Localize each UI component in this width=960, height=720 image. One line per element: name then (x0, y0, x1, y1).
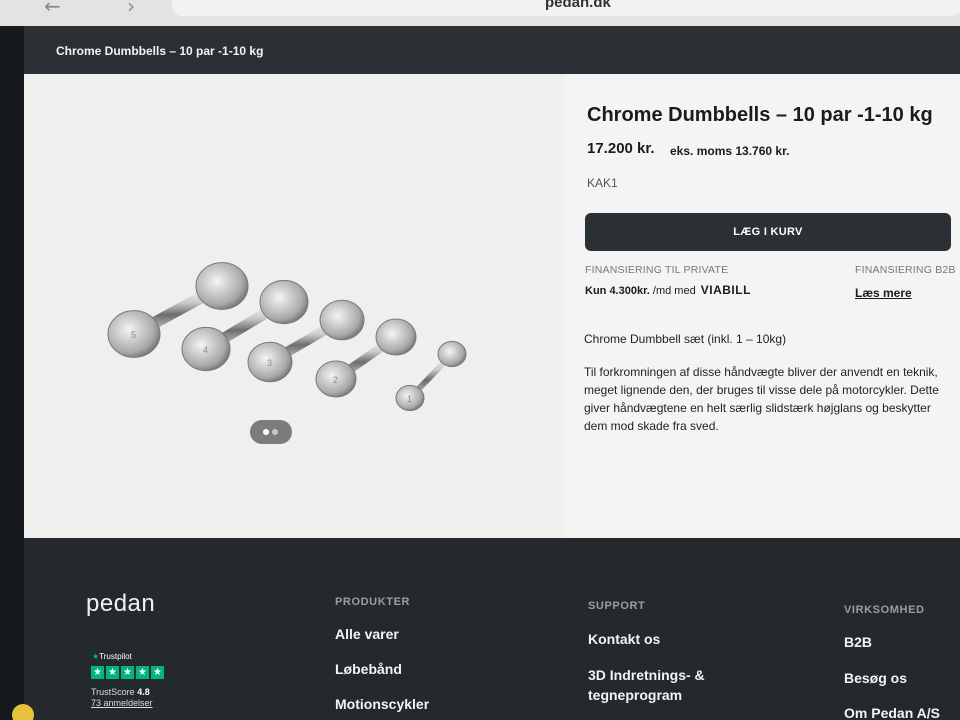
trustpilot-stars: ★ ★ ★ ★ ★ (91, 666, 164, 679)
star-icon: ★ (121, 666, 134, 679)
breadcrumb: Chrome Dumbbells – 10 par -1-10 kg (56, 44, 264, 58)
browser-toolbar: ← › ↻ pedan.dk (0, 0, 960, 26)
footer-link-treadmills[interactable]: Løbebånd (335, 659, 402, 679)
weight-label: 1 (407, 394, 412, 404)
screen-bezel (0, 26, 24, 720)
trustpilot-brand[interactable]: ★Trustpilot (92, 652, 132, 661)
footer-link-b2b[interactable]: B2B (844, 632, 872, 652)
dumbbells-image: 5 4 3 2 1 (107, 262, 467, 412)
financing-b2b-label: FINANSIERING B2B (855, 264, 956, 276)
financing-monthly: Kun 4.300kr. /md med VIABILL (585, 283, 751, 297)
financing-suffix: /md med (652, 285, 696, 297)
footer-heading-products: PRODUKTER (335, 596, 411, 608)
footer-link-all-products[interactable]: Alle varer (335, 624, 399, 644)
description-intro: Chrome Dumbbell sæt (inkl. 1 – 10kg) (584, 332, 787, 346)
footer-link-exercise-bikes[interactable]: Motionscykler (335, 694, 429, 714)
product-price: 17.200 kr. (587, 140, 655, 157)
trustpilot-reviews-link[interactable]: 73 anmeldelser (91, 698, 153, 708)
financing-amount: Kun 4.300kr. (585, 285, 650, 297)
gallery-dot-1[interactable] (263, 429, 269, 435)
weight-label: 3 (267, 358, 272, 368)
address-bar-text[interactable]: pedan.dk (545, 0, 611, 11)
star-icon: ★ (136, 666, 149, 679)
footer-heading-support: SUPPORT (588, 600, 646, 612)
footer-link-about[interactable]: Om Pedan A/S (844, 703, 940, 720)
read-more-link[interactable]: Læs mere (855, 286, 912, 300)
weight-label: 5 (131, 330, 136, 340)
financing-private-label: FINANSIERING TIL PRIVATE (585, 264, 729, 276)
pedan-logo[interactable]: pedan (86, 590, 155, 618)
trustscore: TrustScore 4.8 (91, 687, 150, 697)
gallery-dot-2[interactable] (272, 429, 278, 435)
product-section: 5 4 3 2 1 Chrome Dumbbells – 10 par -1-10 kg… (24, 74, 960, 538)
weight-label: 4 (203, 345, 208, 355)
cookie-icon[interactable] (12, 704, 34, 720)
star-icon: ★ (91, 666, 104, 679)
trustpilot-brand-text: Trustpilot (99, 652, 132, 661)
description-body: Til forkromningen af disse håndvægte bli… (584, 365, 939, 433)
weight-label: 2 (333, 375, 338, 385)
product-title: Chrome Dumbbells – 10 par -1-10 kg (587, 104, 933, 126)
gallery-pagination[interactable] (250, 420, 292, 444)
site-footer: pedan ★Trustpilot ★ ★ ★ ★ ★ TrustScore 4… (24, 538, 960, 720)
breadcrumb-bar: Chrome Dumbbells – 10 par -1-10 kg (24, 26, 960, 74)
trustscore-value: 4.8 (137, 687, 150, 697)
footer-link-contact[interactable]: Kontakt os (588, 629, 660, 649)
add-to-cart-button[interactable]: LÆG I KURV (585, 213, 951, 251)
product-sku: KAK1 (587, 176, 618, 190)
star-icon: ★ (151, 666, 164, 679)
viabill-logo: VIABILL (700, 283, 751, 297)
product-info: Chrome Dumbbells – 10 par -1-10 kg 17.20… (584, 74, 960, 538)
footer-heading-company: VIRKSOMHED (844, 604, 925, 616)
trustscore-label: TrustScore (91, 687, 135, 697)
price-ex-vat: eks. moms 13.760 kr. (670, 144, 790, 158)
footer-link-3d-planner[interactable]: 3D Indretnings- & tegneprogram (588, 665, 748, 705)
footer-link-visit-us[interactable]: Besøg os (844, 668, 907, 688)
product-gallery[interactable]: 5 4 3 2 1 (24, 74, 564, 538)
star-icon: ★ (106, 666, 119, 679)
